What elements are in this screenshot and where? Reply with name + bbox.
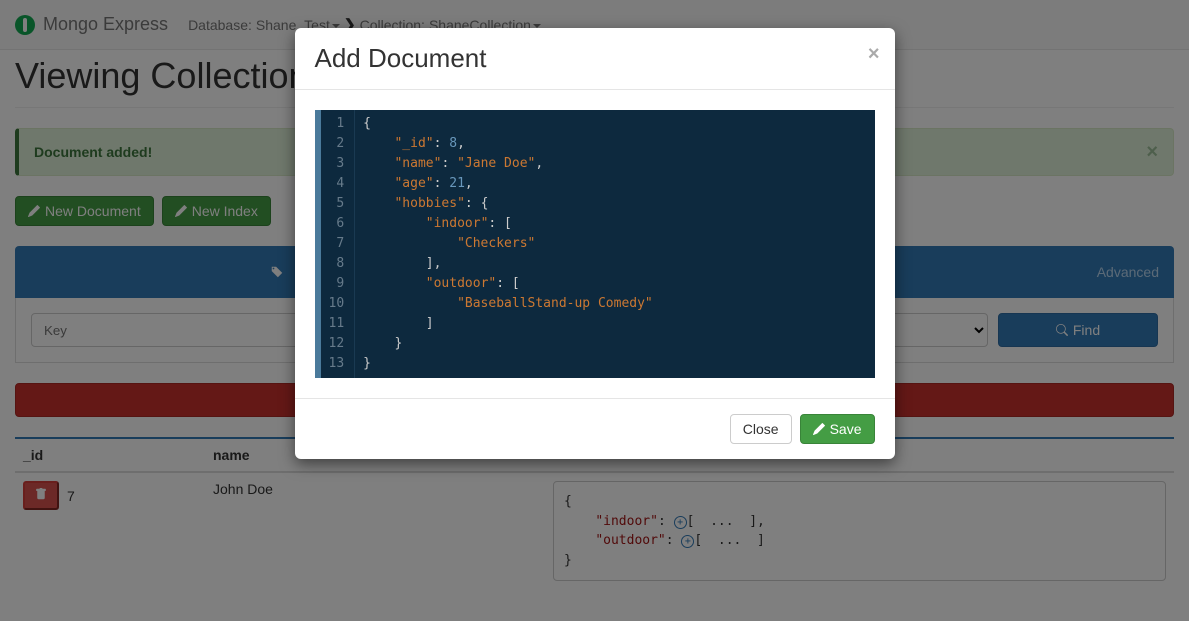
modal-backdrop: Add Document × 12345678910111213 { "_id"… [0, 0, 1189, 621]
close-button[interactable]: Close [730, 414, 792, 444]
code-content[interactable]: { "_id": 8, "name": "Jane Doe", "age": 2… [355, 110, 874, 378]
code-editor[interactable]: 12345678910111213 { "_id": 8, "name": "J… [315, 110, 875, 378]
save-label: Save [830, 421, 862, 437]
line-gutter: 12345678910111213 [321, 110, 356, 378]
modal-footer: Close Save [295, 398, 895, 459]
pencil-icon [813, 423, 825, 435]
add-document-modal: Add Document × 12345678910111213 { "_id"… [295, 28, 895, 459]
save-button[interactable]: Save [800, 414, 875, 444]
modal-body: 12345678910111213 { "_id": 8, "name": "J… [295, 90, 895, 398]
modal-header: Add Document × [295, 28, 895, 90]
modal-title: Add Document [315, 43, 875, 74]
close-modal-button[interactable]: × [868, 43, 880, 66]
